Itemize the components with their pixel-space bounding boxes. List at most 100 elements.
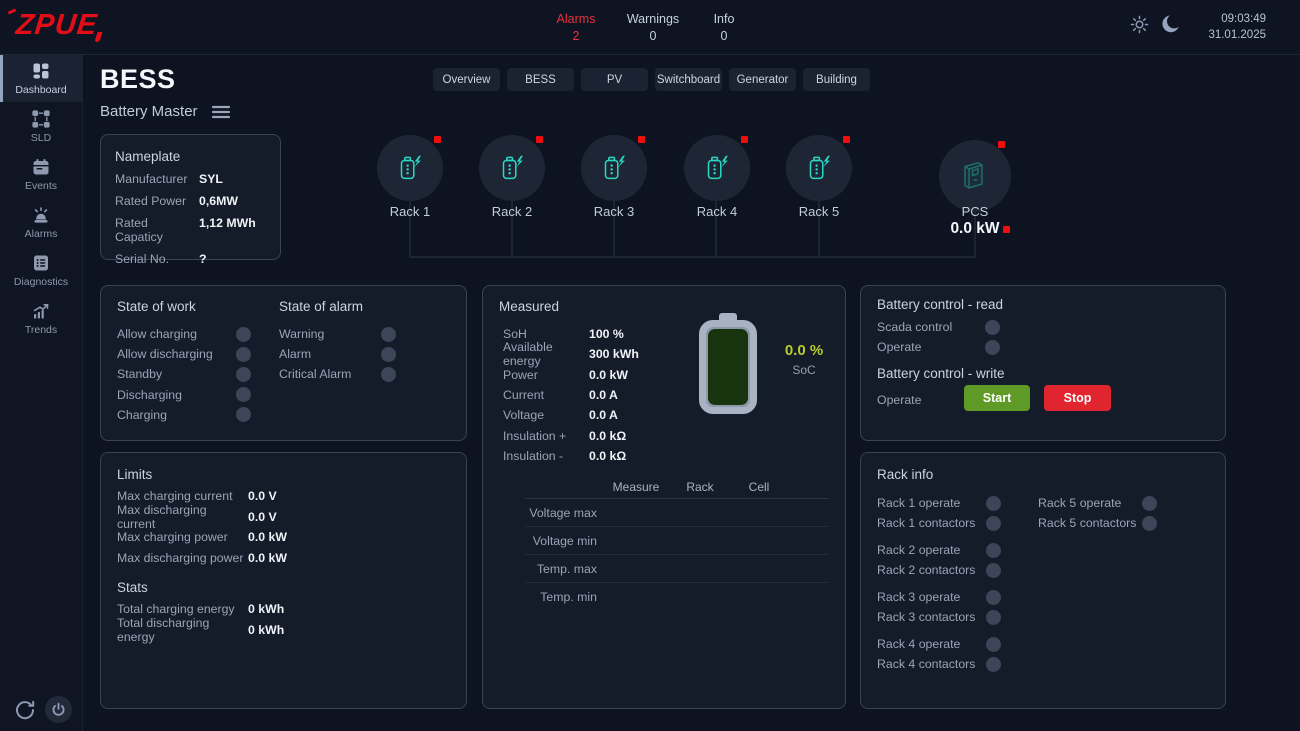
sidebar-item-dashboard[interactable]: Dashboard xyxy=(0,54,82,102)
rack-info-label: Rack 4 contactors xyxy=(877,657,975,671)
stop-button[interactable]: Stop xyxy=(1044,385,1111,411)
rack-info-label: Rack 5 contactors xyxy=(1038,516,1136,530)
events-icon xyxy=(31,157,51,177)
rack-5-node[interactable] xyxy=(786,135,852,201)
soc-label: SoC xyxy=(766,363,842,377)
refresh-button[interactable] xyxy=(14,699,36,721)
sidebar-item-sld[interactable]: SLD xyxy=(0,102,82,150)
diagnostics-list-icon xyxy=(31,253,51,273)
sidebar-item-events[interactable]: Events xyxy=(0,150,82,198)
nameplate-value: ? xyxy=(199,252,207,266)
rack-4-node[interactable] xyxy=(684,135,750,201)
tab-bess[interactable]: BESS xyxy=(507,68,574,91)
operate-read-indicator xyxy=(985,340,1000,355)
measured-label: Insulation - xyxy=(503,449,589,463)
sidebar-nav: Dashboard SLD xyxy=(0,54,83,731)
state-row-label: Charging xyxy=(117,408,167,422)
measured-value: 0.0 kW xyxy=(589,368,628,382)
rack-5-contactors-indicator xyxy=(1142,516,1157,531)
rack-2-label: Rack 2 xyxy=(461,204,563,219)
sidebar-item-label: Dashboard xyxy=(15,84,66,96)
measure-table-header: Measure xyxy=(601,480,671,494)
measure-table: Measure Rack Cell Voltage max Voltage mi… xyxy=(525,476,829,610)
rack-3-operate-indicator xyxy=(986,590,1001,605)
sidebar-item-label: Events xyxy=(25,180,57,192)
start-button[interactable]: Start xyxy=(964,385,1030,411)
tab-switchboard[interactable]: Switchboard xyxy=(655,68,722,91)
measured-label: Available energy xyxy=(503,340,589,368)
alarm-row-label: Warning xyxy=(279,327,324,341)
sidebar-item-trends[interactable]: Trends xyxy=(0,294,82,342)
measured-label: SoH xyxy=(503,327,589,341)
stat-value: 0 kWh xyxy=(248,623,284,637)
discharging-indicator xyxy=(236,387,251,402)
limit-value: 0.0 V xyxy=(248,489,277,503)
nameplate-label: Rated Capaticy xyxy=(115,216,199,244)
alarms-counter-label: Alarms xyxy=(540,12,612,26)
sidebar-item-diagnostics[interactable]: Diagnostics xyxy=(0,246,82,294)
rack-info-label: Rack 1 contactors xyxy=(877,516,975,530)
measure-table-header: Cell xyxy=(729,480,789,494)
nameplate-value: 0,6MW xyxy=(199,194,238,208)
measured-value: 300 kWh xyxy=(589,347,639,361)
device-menu-hamburger-icon[interactable] xyxy=(211,104,231,120)
soc-readout: 0.0 % SoC xyxy=(766,342,842,377)
measured-card: Measured SoH100 % Available energy300 kW… xyxy=(482,285,846,709)
clock-time: 09:03:49 xyxy=(1208,11,1266,27)
rack-2-node[interactable] xyxy=(479,135,545,201)
rack-3-node[interactable] xyxy=(581,135,647,201)
rack-2-operate-indicator xyxy=(986,543,1001,558)
rack-3-contactors-indicator xyxy=(986,610,1001,625)
limits-title: Limits xyxy=(117,467,450,482)
measured-label: Power xyxy=(503,368,589,382)
tab-generator[interactable]: Generator xyxy=(729,68,796,91)
alarms-siren-icon xyxy=(31,205,51,225)
warnings-counter: Warnings 0 xyxy=(617,12,689,43)
bus-connector xyxy=(409,256,976,258)
rack-info-title: Rack info xyxy=(877,467,933,482)
device-subtitle: Battery Master xyxy=(100,103,198,120)
limit-value: 0.0 kW xyxy=(248,551,287,565)
stat-label: Total discharging energy xyxy=(117,616,248,644)
clock: 09:03:49 31.01.2025 xyxy=(1208,11,1266,43)
nameplate-value: 1,12 MWh xyxy=(199,216,256,244)
view-tabs: Overview BESS PV Switchboard Generator B… xyxy=(433,68,870,91)
measured-value: 0.0 kΩ xyxy=(589,449,626,463)
measured-value: 100 % xyxy=(589,327,624,341)
rack-4-operate-indicator xyxy=(986,637,1001,652)
limit-label: Max discharging current xyxy=(117,503,248,531)
rack-1-contactors-indicator xyxy=(986,516,1001,531)
rack-5-operate-indicator xyxy=(1142,496,1157,511)
state-row-label: Allow discharging xyxy=(117,347,213,361)
tab-building[interactable]: Building xyxy=(803,68,870,91)
power-button[interactable] xyxy=(45,696,72,723)
rack-alarm-indicator xyxy=(434,136,441,143)
rack-1-node[interactable] xyxy=(377,135,443,201)
alarms-counter-value: 2 xyxy=(540,29,612,43)
pcs-power-alarm-indicator xyxy=(1003,226,1010,233)
measure-table-row-label: Temp. min xyxy=(525,590,601,604)
measured-value: 0.0 A xyxy=(589,408,618,422)
rack-info-label: Rack 1 operate xyxy=(877,496,960,510)
critical-alarm-indicator xyxy=(381,367,396,382)
dark-theme-moon-icon[interactable] xyxy=(1161,14,1182,35)
soc-value: 0.0 % xyxy=(766,342,842,359)
state-card: State of work Allow charging Allow disch… xyxy=(100,285,467,441)
pcs-node[interactable] xyxy=(939,140,1011,212)
allow-charging-indicator xyxy=(236,327,251,342)
rack-4-contactors-indicator xyxy=(986,657,1001,672)
state-of-work-title: State of work xyxy=(117,299,196,314)
scada-control-indicator xyxy=(985,320,1000,335)
measured-value: 0.0 A xyxy=(589,388,618,402)
tab-pv[interactable]: PV xyxy=(581,68,648,91)
sidebar-item-alarms[interactable]: Alarms xyxy=(0,198,82,246)
nameplate-value: SYL xyxy=(199,172,223,186)
stat-label: Total charging energy xyxy=(117,602,248,616)
measure-table-row-label: Voltage min xyxy=(525,534,601,548)
state-row-label: Discharging xyxy=(117,388,182,402)
charging-indicator xyxy=(236,407,251,422)
tab-overview[interactable]: Overview xyxy=(433,68,500,91)
rack-alarm-indicator xyxy=(536,136,543,143)
light-theme-sun-icon[interactable] xyxy=(1130,15,1149,34)
rack-info-label: Rack 3 operate xyxy=(877,590,960,604)
